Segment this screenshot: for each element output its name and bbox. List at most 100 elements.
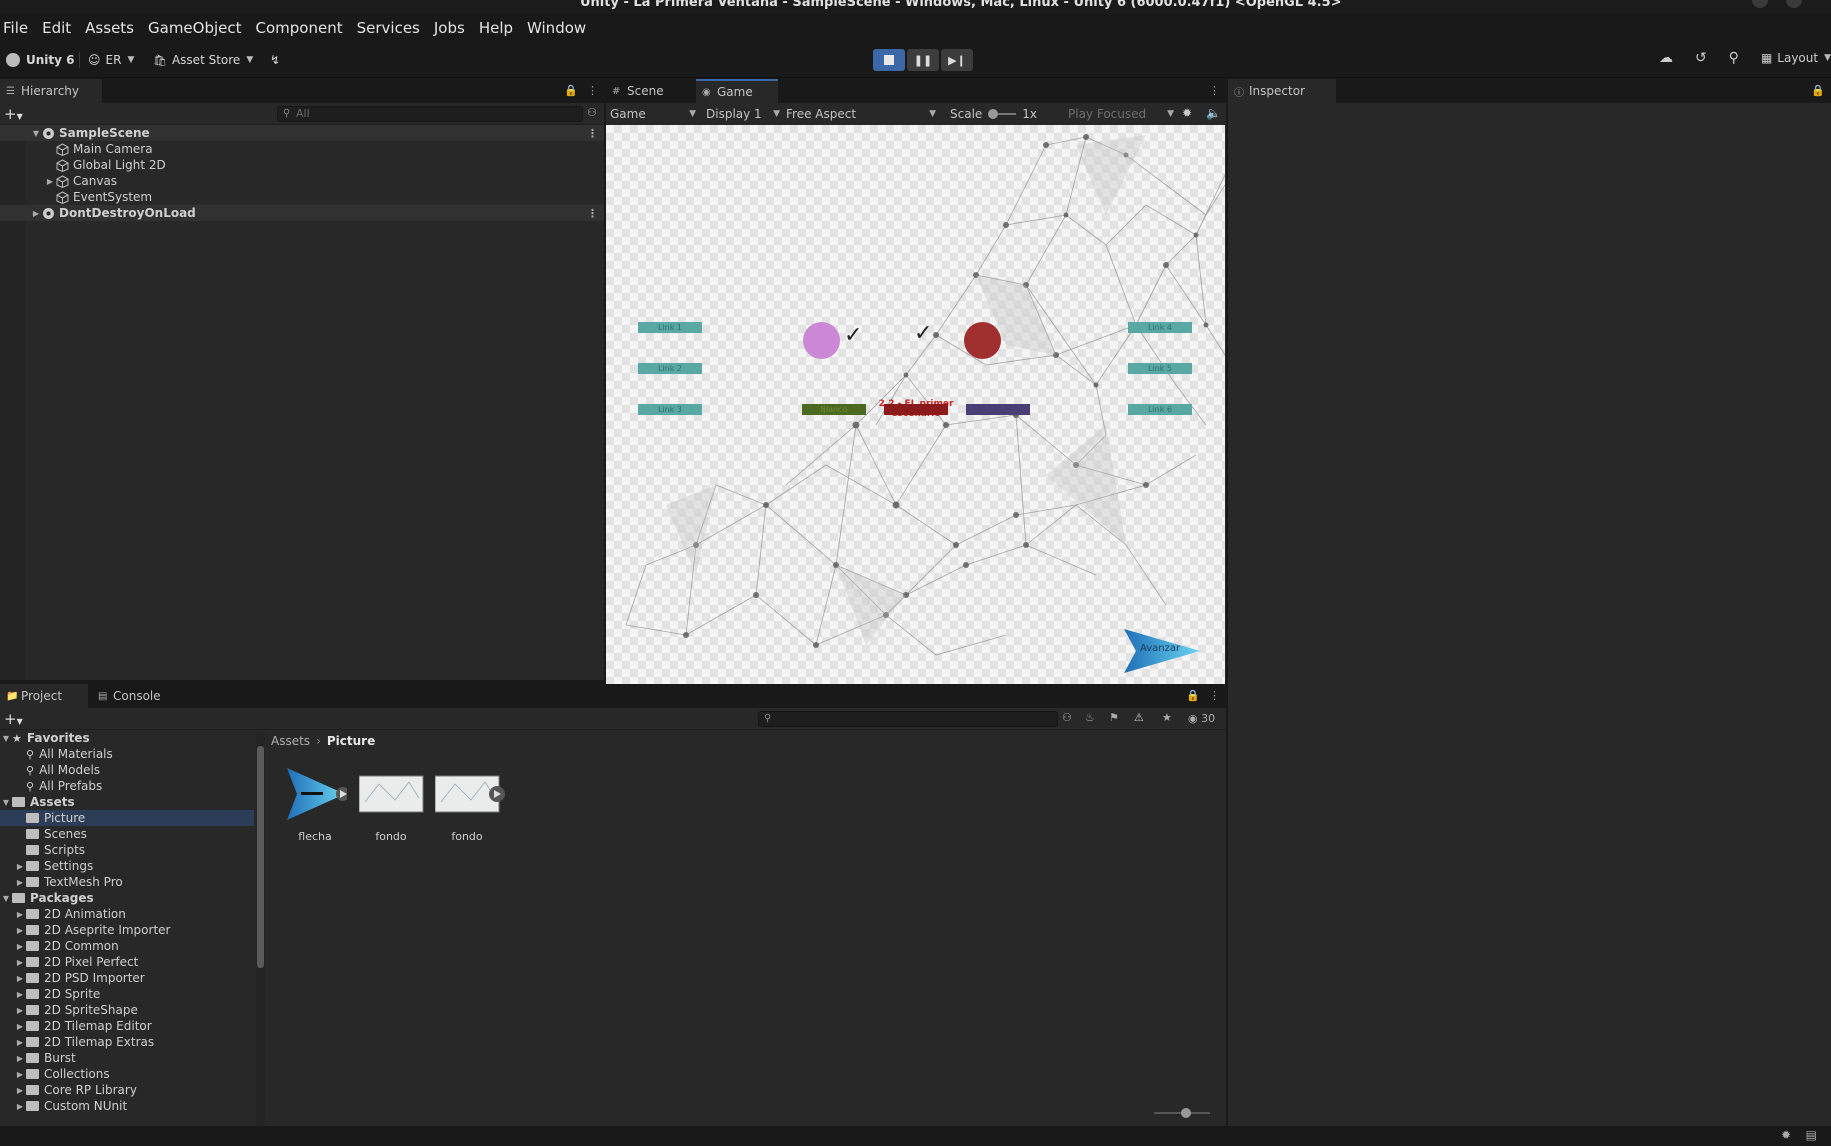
project-tree-scrollbar[interactable]	[256, 732, 265, 1126]
hierarchy-object-row[interactable]: Global Light 2D	[0, 157, 604, 173]
project-folder-item[interactable]: ▶ 2D Tilemap Extras	[0, 1034, 254, 1050]
chevron-down-icon[interactable]: ▼	[30, 129, 42, 138]
link-button[interactable]: Link 3	[638, 404, 702, 415]
play-stop-button[interactable]	[873, 49, 905, 71]
chevron-right-icon[interactable]: ▶	[14, 926, 26, 935]
hierarchy-scene-row[interactable]: ▶ DontDestroyOnLoad ⋮	[0, 205, 604, 221]
project-folder-item[interactable]: ▶ 2D Animation	[0, 906, 254, 922]
circle-left[interactable]	[803, 322, 840, 359]
scale-slider[interactable]: Scale 1x	[950, 106, 1040, 122]
menu-help[interactable]: Help	[472, 19, 520, 37]
menu-window[interactable]: Window	[520, 19, 593, 37]
project-search-input[interactable]: ⚲	[758, 711, 1058, 727]
more-options-icon[interactable]: ⋮	[1209, 689, 1220, 702]
link-button[interactable]: Link 6	[1128, 404, 1192, 415]
progress-icon[interactable]: ▤	[1806, 1128, 1817, 1142]
lock-icon[interactable]: 🔒	[1186, 689, 1200, 702]
project-folder-item[interactable]: ▶ 2D Common	[0, 938, 254, 954]
project-tree-header[interactable]: ▼ Assets	[0, 794, 254, 810]
pause-button[interactable]: ❚❚	[907, 49, 939, 71]
search-icon[interactable]: ⚲	[1729, 50, 1739, 66]
lock-icon[interactable]: 🔒	[1811, 84, 1825, 97]
project-folder-item[interactable]: Scripts	[0, 842, 254, 858]
project-folder-item[interactable]: ▶ Burst	[0, 1050, 254, 1066]
cloud-icon[interactable]: ☁	[1659, 50, 1673, 66]
color-button[interactable]: Blanco	[802, 404, 866, 415]
aspect-dropdown[interactable]: Free Aspect ▼	[786, 106, 938, 122]
game-viewport[interactable]: Link 1 Link 2 Link 3 Link 4 Link 5 Link 6 ✓ …	[606, 125, 1225, 685]
scale-slider-track[interactable]	[988, 109, 1017, 119]
project-folder-item[interactable]: ▶ Core RP Library	[0, 1082, 254, 1098]
link-button[interactable]: Link 5	[1128, 363, 1192, 374]
project-folder-item[interactable]: ▶ 2D Sprite	[0, 986, 254, 1002]
hierarchy-object-row[interactable]: ▶ Canvas	[0, 173, 604, 189]
more-options-icon[interactable]: ⋮	[1209, 84, 1220, 97]
chevron-right-icon[interactable]: ▶	[14, 910, 26, 919]
chevron-right-icon[interactable]: ▶	[14, 1022, 26, 1031]
project-tree-header[interactable]: ▼ ★ Favorites	[0, 730, 254, 746]
link-button[interactable]: Link 2	[638, 363, 702, 374]
chevron-right-icon[interactable]: ▶	[14, 1054, 26, 1063]
step-button[interactable]: ▶❙	[941, 49, 973, 71]
project-folder-item[interactable]: ▶ 2D SpriteShape	[0, 1002, 254, 1018]
chevron-right-icon[interactable]: ▶	[30, 209, 42, 218]
project-folder-item[interactable]: ▶ 2D Aseprite Importer	[0, 922, 254, 938]
color-button[interactable]	[966, 404, 1030, 415]
favorite-star-icon[interactable]: ★	[1162, 711, 1172, 724]
link-button[interactable]: Link 4	[1128, 322, 1192, 333]
chevron-right-icon[interactable]: ▶	[14, 974, 26, 983]
next-arrow-button[interactable]: Avanzar	[1122, 627, 1202, 675]
project-folder-item[interactable]: Picture	[0, 810, 254, 826]
menu-services[interactable]: Services	[350, 19, 427, 37]
chevron-right-icon[interactable]: ▶	[14, 942, 26, 951]
display-dropdown[interactable]: Display 1 ▼	[706, 106, 782, 122]
minimize-button[interactable]	[1752, 0, 1768, 8]
circle-right[interactable]	[964, 322, 1001, 359]
chevron-right-icon[interactable]: ▶	[14, 958, 26, 967]
bug-icon[interactable]: ✹	[1781, 1128, 1791, 1142]
tab-scene[interactable]: # Scene	[606, 79, 688, 103]
chevron-right-icon[interactable]: ▶	[14, 1070, 26, 1079]
project-folder-item[interactable]: ▶ TextMesh Pro	[0, 874, 254, 890]
breadcrumb-assets[interactable]: Assets	[271, 734, 310, 748]
chevron-right-icon[interactable]: ▶	[14, 1006, 26, 1015]
chevron-right-icon[interactable]: ▶	[14, 878, 26, 887]
hidden-count-badge[interactable]: ◉ 30	[1188, 712, 1215, 725]
gizmos-icon[interactable]: ✹	[1182, 106, 1192, 120]
layout-dropdown[interactable]: ▦ Layout ▼	[1761, 51, 1831, 65]
link-button[interactable]: Link 1	[638, 322, 702, 333]
tab-hierarchy[interactable]: ☰ Hierarchy	[0, 79, 102, 103]
icon-size-slider[interactable]	[1154, 1108, 1210, 1118]
tab-console[interactable]: ▤ Console	[92, 684, 180, 708]
chevron-right-icon[interactable]: ▶	[14, 1038, 26, 1047]
history-icon[interactable]: ↺	[1695, 50, 1707, 66]
favorite-search-item[interactable]: ⚲ All Models	[0, 762, 254, 778]
breadcrumb-picture[interactable]: Picture	[327, 734, 375, 748]
play-focused-dropdown[interactable]: Play Focused ▼	[1068, 106, 1176, 122]
scene-visibility-icon[interactable]: ⚇	[587, 106, 597, 119]
asset-store-dropdown[interactable]: 🛍 Asset Store ▼	[153, 50, 253, 70]
game-mode-dropdown[interactable]: Game ▼	[610, 106, 698, 122]
audio-mute-icon[interactable]: 🔈	[1206, 106, 1221, 120]
menu-jobs[interactable]: Jobs	[427, 19, 472, 37]
project-folder-item[interactable]: ▶ 2D Tilemap Editor	[0, 1018, 254, 1034]
menu-file[interactable]: File	[0, 19, 35, 37]
hierarchy-object-row[interactable]: Main Camera	[0, 141, 604, 157]
favorite-search-item[interactable]: ⚲ All Materials	[0, 746, 254, 762]
project-folder-item[interactable]: ▶ 2D Pixel Perfect	[0, 954, 254, 970]
asset-item[interactable]: flecha	[280, 762, 350, 843]
project-folder-item[interactable]: ▶ Settings	[0, 858, 254, 874]
favorite-search-item[interactable]: ⚲ All Prefabs	[0, 778, 254, 794]
menu-assets[interactable]: Assets	[78, 19, 141, 37]
create-plus-button[interactable]: +▼	[4, 710, 23, 728]
chevron-down-icon[interactable]: ▼	[0, 798, 12, 807]
lock-icon[interactable]: 🔒	[564, 84, 578, 97]
more-options-icon[interactable]: ⋮	[587, 127, 598, 140]
scrollbar-thumb[interactable]	[257, 746, 264, 968]
asset-item[interactable]: fondo	[356, 762, 426, 843]
more-options-icon[interactable]: ⋮	[587, 84, 598, 97]
hierarchy-search-input[interactable]: ⚲ All	[277, 106, 583, 122]
color-button[interactable]	[884, 404, 948, 415]
hierarchy-object-row[interactable]: EventSystem	[0, 189, 604, 205]
chevron-right-icon[interactable]: ▶	[14, 990, 26, 999]
